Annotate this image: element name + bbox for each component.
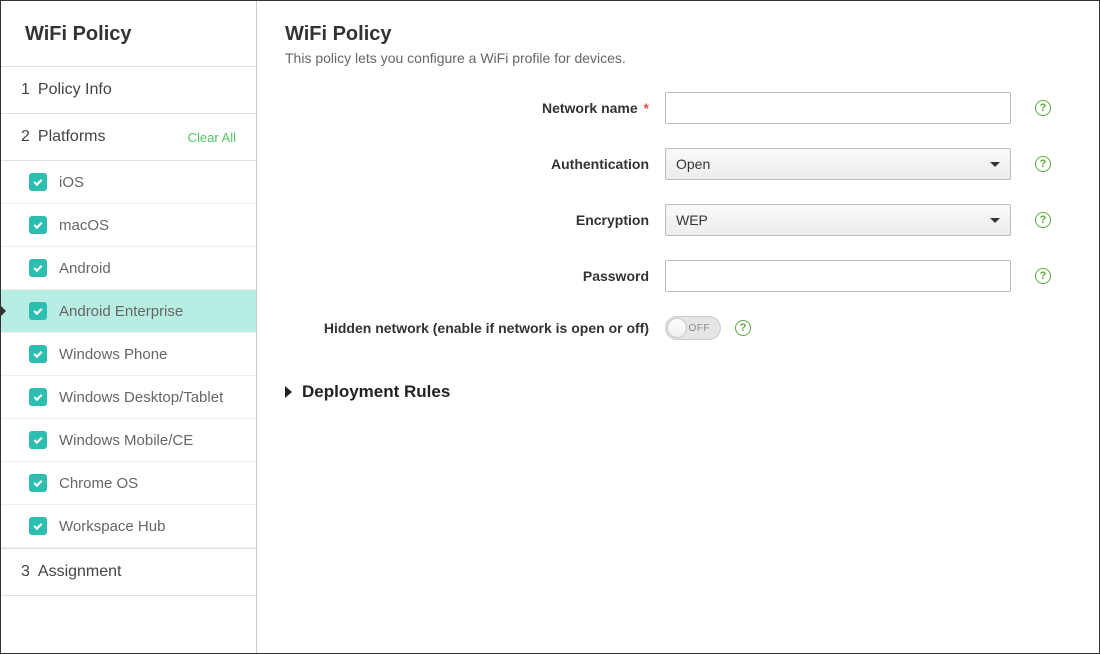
page-title: WiFi Policy (285, 23, 1063, 46)
platform-windows-desktop-tablet[interactable]: Windows Desktop/Tablet (1, 376, 256, 419)
triangle-right-icon (285, 386, 292, 398)
checkbox-icon[interactable] (29, 431, 47, 449)
encryption-value: WEP (676, 212, 708, 228)
checkbox-icon[interactable] (29, 173, 47, 191)
label-network-name: Network name * (285, 100, 665, 116)
encryption-select[interactable]: WEP (665, 204, 1011, 236)
page-subtitle: This policy lets you configure a WiFi pr… (285, 50, 1063, 66)
row-network-name: Network name * ? (285, 92, 1063, 124)
step-policy-info[interactable]: 1 Policy Info (1, 67, 256, 114)
deployment-rules-label: Deployment Rules (302, 382, 450, 402)
label-authentication: Authentication (285, 156, 665, 172)
required-marker: * (644, 100, 649, 116)
checkbox-icon[interactable] (29, 259, 47, 277)
hidden-network-toggle[interactable]: OFF (665, 316, 721, 340)
step-label: Policy Info (38, 81, 112, 99)
platform-label: Android (59, 260, 111, 277)
network-name-input[interactable] (665, 92, 1011, 124)
label-encryption: Encryption (285, 212, 665, 228)
help-icon[interactable]: ? (1035, 268, 1051, 284)
main-content: WiFi Policy This policy lets you configu… (257, 1, 1099, 653)
platform-label: macOS (59, 217, 109, 234)
step-number: 3 (21, 563, 30, 581)
platform-macos[interactable]: macOS (1, 204, 256, 247)
platform-label: Windows Desktop/Tablet (59, 389, 223, 406)
row-encryption: Encryption WEP ? (285, 204, 1063, 236)
authentication-value: Open (676, 156, 710, 172)
platform-list: iOS macOS Android Android Enterprise Win… (1, 161, 256, 548)
platform-label: Workspace Hub (59, 518, 165, 535)
checkbox-icon[interactable] (29, 302, 47, 320)
step-number: 2 (21, 128, 30, 146)
checkbox-icon[interactable] (29, 474, 47, 492)
platform-workspace-hub[interactable]: Workspace Hub (1, 505, 256, 548)
step-assignment[interactable]: 3 Assignment (1, 548, 256, 596)
platform-windows-mobile-ce[interactable]: Windows Mobile/CE (1, 419, 256, 462)
step-label: Platforms (38, 128, 106, 146)
deployment-rules-toggle[interactable]: Deployment Rules (285, 382, 1063, 402)
platform-chrome-os[interactable]: Chrome OS (1, 462, 256, 505)
label-hidden-network: Hidden network (enable if network is ope… (285, 320, 665, 336)
checkbox-icon[interactable] (29, 216, 47, 234)
step-label: Assignment (38, 563, 122, 581)
clear-all-link[interactable]: Clear All (188, 130, 236, 145)
row-password: Password ? (285, 260, 1063, 292)
chevron-down-icon (990, 218, 1000, 223)
platform-label: iOS (59, 174, 84, 191)
authentication-select[interactable]: Open (665, 148, 1011, 180)
sidebar-scroll[interactable]: 1 Policy Info 2 Platforms Clear All iOS (1, 67, 256, 653)
row-hidden-network: Hidden network (enable if network is ope… (285, 316, 1063, 340)
platform-android[interactable]: Android (1, 247, 256, 290)
platform-android-enterprise[interactable]: Android Enterprise (1, 290, 256, 333)
toggle-knob-icon (667, 318, 687, 338)
step-platforms[interactable]: 2 Platforms Clear All (1, 114, 256, 161)
checkbox-icon[interactable] (29, 345, 47, 363)
checkbox-icon[interactable] (29, 388, 47, 406)
label-password: Password (285, 268, 665, 284)
platform-label: Windows Mobile/CE (59, 432, 193, 449)
sidebar-title: WiFi Policy (25, 23, 232, 46)
platform-label: Windows Phone (59, 346, 167, 363)
help-icon[interactable]: ? (735, 320, 751, 336)
app-root: WiFi Policy 1 Policy Info 2 Platforms Cl… (0, 0, 1100, 654)
step-number: 1 (21, 81, 30, 99)
checkbox-icon[interactable] (29, 517, 47, 535)
help-icon[interactable]: ? (1035, 156, 1051, 172)
row-authentication: Authentication Open ? (285, 148, 1063, 180)
sidebar: WiFi Policy 1 Policy Info 2 Platforms Cl… (1, 1, 257, 653)
password-input[interactable] (665, 260, 1011, 292)
platform-windows-phone[interactable]: Windows Phone (1, 333, 256, 376)
platform-label: Chrome OS (59, 475, 138, 492)
platform-label: Android Enterprise (59, 303, 183, 320)
platform-ios[interactable]: iOS (1, 161, 256, 204)
help-icon[interactable]: ? (1035, 100, 1051, 116)
help-icon[interactable]: ? (1035, 212, 1051, 228)
sidebar-header: WiFi Policy (1, 1, 256, 67)
toggle-state: OFF (689, 323, 711, 334)
chevron-down-icon (990, 162, 1000, 167)
